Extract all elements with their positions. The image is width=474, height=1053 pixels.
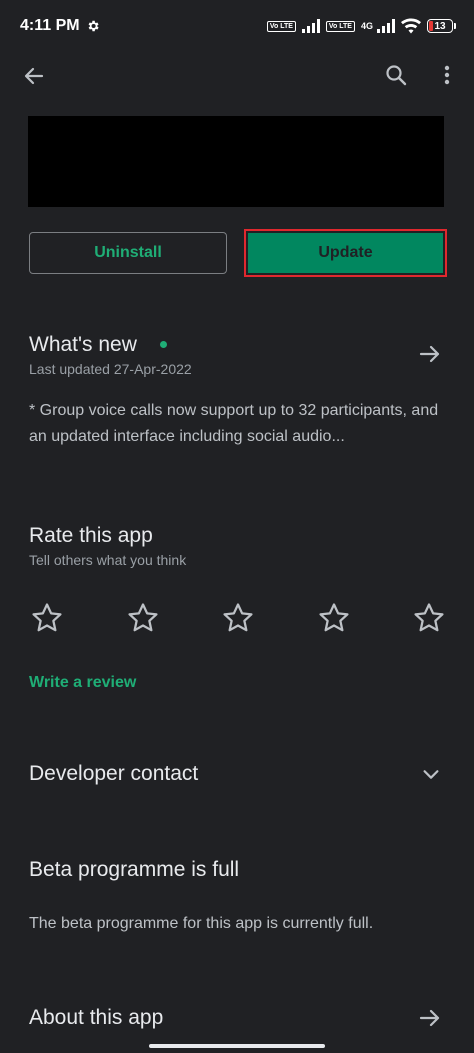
volte-badge: Vo LTE <box>266 20 296 32</box>
status-bar-right: Vo LTE Vo LTE 4G 13 <box>266 18 456 34</box>
wifi-icon <box>401 18 421 34</box>
about-arrow-icon[interactable] <box>418 1006 442 1030</box>
star-2-button[interactable] <box>125 600 161 636</box>
chevron-down-icon[interactable] <box>420 763 442 785</box>
network-type: 4G <box>360 21 373 31</box>
search-button[interactable] <box>381 60 411 90</box>
star-outline-icon <box>223 603 253 632</box>
developer-contact-title[interactable]: Developer contact <box>29 762 198 786</box>
settings-gear-icon <box>88 20 99 32</box>
signal-strength-icon <box>301 19 320 33</box>
whats-new-arrow-icon[interactable] <box>418 342 442 366</box>
star-1-button[interactable] <box>29 600 65 636</box>
status-bar: 4:11 PM Vo LTE Vo LTE 4G 13 <box>0 0 474 52</box>
beta-body: The beta programme for this app is curre… <box>29 915 374 932</box>
more-options-button[interactable] <box>436 60 458 90</box>
battery-tip <box>454 23 456 29</box>
top-app-bar <box>0 52 474 98</box>
signal-strength-icon-2 <box>377 19 395 33</box>
star-outline-icon <box>318 603 349 632</box>
uninstall-button[interactable]: Uninstall <box>29 232 227 274</box>
star-outline-icon <box>414 603 444 632</box>
rate-app-title: Rate this app <box>29 524 153 547</box>
star-outline-icon <box>127 603 158 632</box>
rating-stars <box>29 600 447 636</box>
star-4-button[interactable] <box>316 600 352 636</box>
status-bar-left: 4:11 PM <box>20 17 100 35</box>
update-button[interactable]: Update <box>248 233 443 273</box>
whats-new-title[interactable]: What's new <box>29 333 137 357</box>
whats-new-body: * Group voice calls now support up to 32… <box>29 402 439 445</box>
star-5-button[interactable] <box>411 600 447 636</box>
search-icon <box>386 65 407 86</box>
last-updated-text: Last updated 27-Apr-2022 <box>29 361 192 377</box>
more-vert-icon <box>444 65 450 85</box>
volte-badge-2: Vo LTE <box>325 20 355 32</box>
status-time: 4:11 PM <box>20 17 80 34</box>
battery-level: 13 <box>434 20 446 32</box>
about-app-title[interactable]: About this app <box>29 1006 163 1030</box>
star-3-button[interactable] <box>220 600 256 636</box>
beta-title: Beta programme is full <box>29 858 240 881</box>
new-indicator-dot <box>160 341 167 348</box>
back-button[interactable] <box>20 62 48 90</box>
star-outline-icon <box>32 603 62 632</box>
app-header-banner <box>28 116 444 207</box>
back-arrow-icon <box>24 67 44 85</box>
battery-icon: 13 <box>427 19 453 33</box>
rate-app-subtitle: Tell others what you think <box>29 552 187 568</box>
gesture-home-bar[interactable] <box>149 1044 325 1048</box>
write-review-link[interactable]: Write a review <box>29 674 136 692</box>
